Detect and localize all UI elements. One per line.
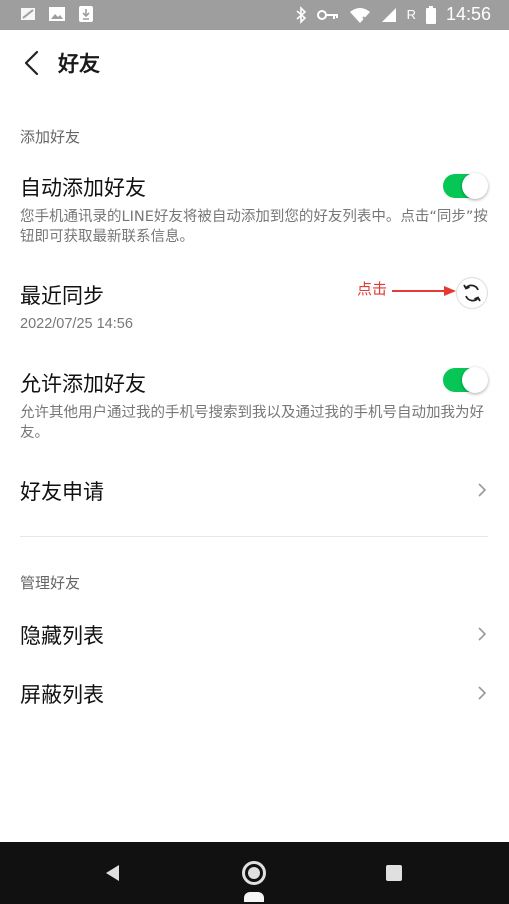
status-left-icons bbox=[20, 5, 94, 23]
nav-handle bbox=[244, 892, 264, 902]
page-title: 好友 bbox=[58, 52, 100, 76]
hidden-list-title: 隐藏列表 bbox=[20, 624, 104, 648]
nav-recents-icon[interactable] bbox=[386, 865, 402, 881]
chevron-right-icon bbox=[478, 627, 487, 641]
blocked-list-row[interactable]: 屏蔽列表 bbox=[0, 665, 509, 721]
hidden-list-row[interactable]: 隐藏列表 bbox=[0, 606, 509, 662]
nav-back-icon[interactable] bbox=[104, 864, 122, 882]
bluetooth-icon bbox=[296, 5, 306, 24]
image-icon bbox=[49, 7, 65, 21]
back-arrow-icon[interactable] bbox=[18, 48, 48, 78]
annotation-arrow-icon bbox=[392, 286, 456, 296]
allow-add-title: 允许添加好友 bbox=[20, 372, 146, 396]
chevron-right-icon bbox=[478, 483, 487, 497]
wifi-off-icon bbox=[349, 7, 370, 24]
blocked-list-title: 屏蔽列表 bbox=[20, 683, 104, 707]
allow-add-toggle[interactable] bbox=[443, 367, 488, 393]
chevron-right-icon bbox=[478, 686, 487, 700]
network-letter: R bbox=[406, 7, 416, 22]
section-label-manage-friends: 管理好友 bbox=[20, 574, 81, 592]
status-bar: R 14:56 bbox=[0, 0, 509, 30]
nav-home-icon[interactable] bbox=[242, 861, 266, 885]
app-bar: 好友 bbox=[0, 30, 509, 96]
recent-sync-title: 最近同步 bbox=[20, 284, 104, 308]
auto-add-title: 自动添加好友 bbox=[20, 176, 146, 200]
battery-icon bbox=[425, 5, 436, 24]
toggle-knob bbox=[462, 367, 488, 393]
status-time: 14:56 bbox=[445, 4, 491, 24]
vpn-key-icon bbox=[316, 9, 338, 20]
section-divider bbox=[20, 536, 488, 537]
annotation-label: 点击 bbox=[357, 280, 388, 298]
auto-add-toggle[interactable] bbox=[443, 173, 488, 199]
recent-sync-time: 2022/07/25 14:56 bbox=[20, 316, 133, 332]
system-nav-bar bbox=[0, 842, 509, 904]
signal-icon bbox=[381, 7, 396, 22]
auto-add-description: 您手机通讯录的LINE好友将被自动添加到您的好友列表中。点击“同步”按钮即可获取… bbox=[20, 209, 488, 245]
friend-requests-row[interactable]: 好友申请 bbox=[0, 462, 509, 518]
signal-off-icon bbox=[21, 8, 35, 20]
sync-icon bbox=[463, 284, 481, 302]
sync-button[interactable] bbox=[456, 277, 488, 309]
toggle-knob bbox=[462, 173, 488, 199]
status-right-icons: R 14:56 bbox=[295, 4, 491, 25]
allow-add-description: 允许其他用户通过我的手机号搜索到我以及通过我的手机号自动加我为好友。 bbox=[20, 405, 484, 441]
download-icon bbox=[79, 6, 93, 22]
section-label-add-friends: 添加好友 bbox=[20, 128, 81, 146]
friend-requests-title: 好友申请 bbox=[20, 480, 104, 504]
